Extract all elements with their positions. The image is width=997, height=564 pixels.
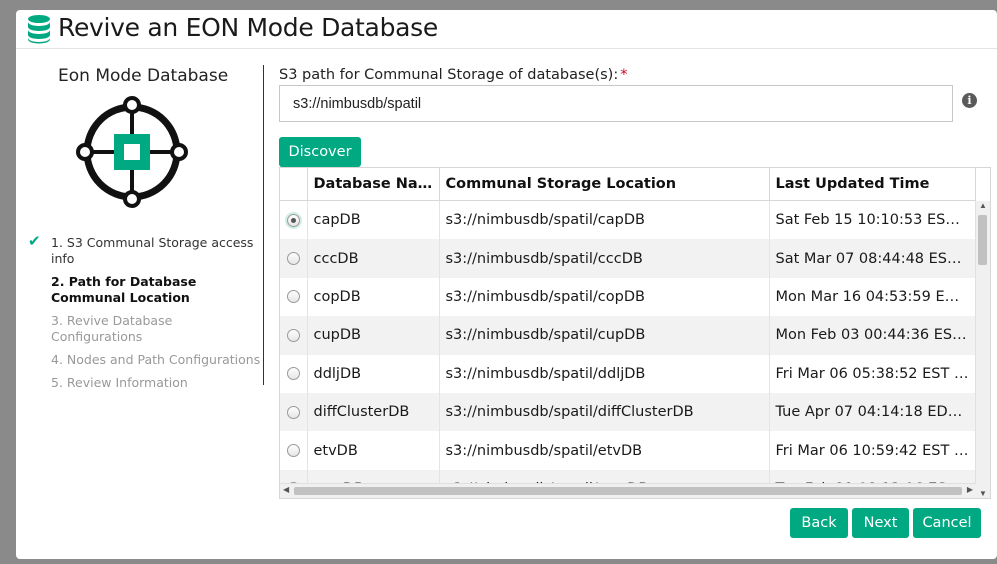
location-cell: s3://nimbusdb/spatil/cupDB <box>439 316 770 355</box>
updated-time-cell: Mon Feb 03 00:44:36 EST 2020 <box>769 316 976 355</box>
db-name-cell: diffClusterDB <box>307 392 440 432</box>
table-row[interactable]: etvDB s3://nimbusdb/spatil/etvDB Fri Mar 0… <box>280 431 976 470</box>
vertical-scrollbar[interactable]: ▲ ▼ <box>975 201 990 498</box>
select-cell <box>280 316 308 355</box>
db-name-cell: copDB <box>307 277 440 317</box>
table-row[interactable]: capDB s3://nimbusdb/spatil/capDB Sat Feb 1… <box>280 200 976 240</box>
updated-time-cell: Sat Feb 15 10:10:53 EST 2020 <box>769 200 976 240</box>
row-radio-button[interactable] <box>286 444 300 458</box>
table-row[interactable]: copDB s3://nimbusdb/spatil/copDB Mon Mar 1… <box>280 277 976 317</box>
sidebar-title: Eon Mode Database <box>58 66 229 86</box>
column-header-updated[interactable]: Last Updated Time <box>769 168 976 201</box>
table-header-row: Database Name Communal Storage Location … <box>280 168 976 201</box>
row-radio-button[interactable] <box>286 328 300 342</box>
location-cell: s3://nimbusdb/spatil/etvDB <box>439 431 770 470</box>
row-radio-button[interactable] <box>286 252 300 266</box>
select-cell <box>280 239 308 278</box>
column-header-db-name[interactable]: Database Name <box>307 168 440 201</box>
table-row[interactable]: diffClusterDB s3://nimbusdb/spatil/diffCl… <box>280 392 976 432</box>
location-cell: s3://nimbusdb/spatil/cccDB <box>439 239 770 278</box>
scroll-down-icon[interactable]: ▼ <box>979 489 987 498</box>
select-cell <box>280 392 308 432</box>
scroll-right-icon[interactable]: ▶ <box>967 485 973 494</box>
next-button[interactable]: Next <box>852 508 909 538</box>
scroll-thumb[interactable] <box>978 215 987 265</box>
updated-time-cell: Sat Mar 07 08:44:48 EST 2020 <box>769 239 976 278</box>
scroll-thumb[interactable] <box>294 487 962 495</box>
database-table: Database Name Communal Storage Location … <box>279 167 991 499</box>
horizontal-scrollbar[interactable]: ◀ ▶ <box>280 483 976 498</box>
step-revive-config: 3. Revive Database Configurations <box>26 313 261 345</box>
info-icon[interactable]: i <box>962 93 977 108</box>
wizard-sidebar: Eon Mode Database ✔ 1. S3 Communal Stora… <box>16 50 266 390</box>
row-radio-button[interactable] <box>286 405 300 419</box>
s3-path-input[interactable] <box>279 85 953 122</box>
pane-divider <box>263 65 264 385</box>
select-cell <box>280 277 308 317</box>
cancel-button[interactable]: Cancel <box>913 508 981 538</box>
db-name-cell: capDB <box>307 200 440 240</box>
s3-path-label-text: S3 path for Communal Storage of database… <box>279 67 619 83</box>
table-row[interactable]: cupDB s3://nimbusdb/spatil/cupDB Mon Feb 0… <box>280 316 976 355</box>
step-s3-access[interactable]: ✔ 1. S3 Communal Storage access info <box>26 232 261 267</box>
updated-time-cell: Fri Mar 06 05:38:52 EST 2020 <box>769 354 976 393</box>
row-radio-button[interactable] <box>286 290 300 304</box>
table-row[interactable]: cccDB s3://nimbusdb/spatil/cccDB Sat Mar 0… <box>280 239 976 278</box>
column-header-location[interactable]: Communal Storage Location <box>439 168 770 201</box>
location-cell: s3://nimbusdb/spatil/diffClusterDB <box>439 392 770 432</box>
database-icon <box>28 15 50 44</box>
db-name-cell: ddljDB <box>307 354 440 393</box>
table-row[interactable]: ddljDB s3://nimbusdb/spatil/ddljDB Fri Mar… <box>280 354 976 393</box>
select-cell <box>280 431 308 470</box>
select-cell <box>280 354 308 393</box>
db-name-cell: etvDB <box>307 431 440 470</box>
step-db-path[interactable]: 2. Path for Database Communal Location <box>26 274 261 306</box>
back-button[interactable]: Back <box>790 508 848 538</box>
location-cell: s3://nimbusdb/spatil/ddljDB <box>439 354 770 393</box>
scroll-up-icon[interactable]: ▲ <box>979 201 987 210</box>
eon-mode-icon <box>76 96 188 208</box>
row-radio-button[interactable] <box>286 213 300 227</box>
step-label: 1. S3 Communal Storage access info <box>51 235 254 266</box>
updated-time-cell: Fri Mar 06 10:59:42 EST 2020 <box>769 431 976 470</box>
db-name-cell: cupDB <box>307 316 440 355</box>
revive-dialog: Revive an EON Mode Database Eon Mode Dat… <box>16 10 997 559</box>
step-label: 2. Path for Database Communal Location <box>51 274 197 305</box>
checkmark-icon: ✔ <box>28 232 41 250</box>
updated-time-cell: Mon Mar 16 04:53:59 EDT 2020 <box>769 277 976 317</box>
dialog-header: Revive an EON Mode Database <box>16 10 997 49</box>
select-column-header <box>280 168 308 201</box>
scroll-left-icon[interactable]: ◀ <box>283 485 289 494</box>
s3-path-label: S3 path for Communal Storage of database… <box>279 67 627 83</box>
location-cell: s3://nimbusdb/spatil/capDB <box>439 200 770 240</box>
required-marker: * <box>620 67 628 83</box>
step-nodes-paths: 4. Nodes and Path Configurations <box>26 352 261 368</box>
location-cell: s3://nimbusdb/spatil/copDB <box>439 277 770 317</box>
dialog-title: Revive an EON Mode Database <box>58 13 438 42</box>
step-label: 5. Review Information <box>51 375 188 390</box>
select-cell <box>280 200 308 240</box>
updated-time-cell: Tue Apr 07 04:14:18 EDT 2020 <box>769 392 976 432</box>
row-radio-button[interactable] <box>286 367 300 381</box>
step-label: 3. Revive Database Configurations <box>51 313 173 344</box>
discover-button[interactable]: Discover <box>279 137 361 167</box>
db-name-cell: cccDB <box>307 239 440 278</box>
wizard-steps: ✔ 1. S3 Communal Storage access info 2. … <box>26 232 261 398</box>
step-label: 4. Nodes and Path Configurations <box>51 352 261 367</box>
step-review: 5. Review Information <box>26 375 261 391</box>
